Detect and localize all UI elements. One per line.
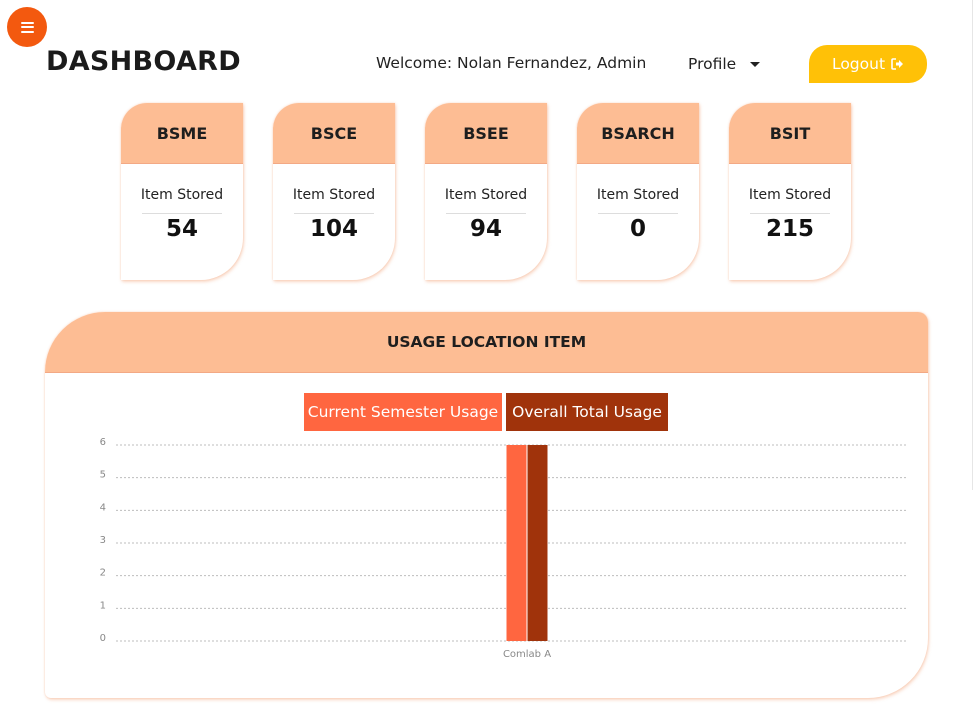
y-tick-label: 5 [100, 470, 106, 481]
y-tick-label: 3 [100, 535, 106, 546]
y-tick-label: 1 [100, 600, 106, 611]
y-tick-label: 4 [100, 502, 106, 513]
usage-bar-chart: 0 1 2 3 4 5 6 Comlab A [100, 437, 906, 660]
x-tick-label: Comlab A [503, 649, 551, 660]
bar-overall-total-usage[interactable] [527, 445, 548, 641]
y-tick-label: 0 [100, 633, 106, 644]
y-tick-label: 2 [100, 568, 106, 579]
bar-current-semester-usage[interactable] [506, 445, 527, 641]
y-tick-label: 6 [100, 437, 106, 448]
